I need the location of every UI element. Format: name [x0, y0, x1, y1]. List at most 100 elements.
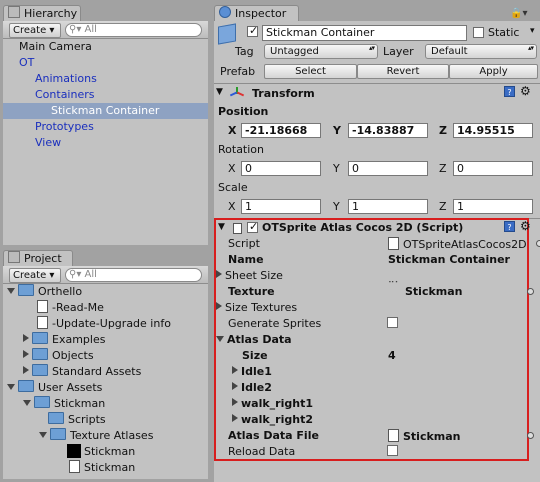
- hierarchy-toolbar: Create ▾ ⚲▾ All: [3, 21, 208, 39]
- project-item-stickman-data[interactable]: Stickman: [69, 460, 135, 476]
- static-label: Static: [488, 26, 520, 39]
- tab-project[interactable]: Project: [3, 250, 73, 267]
- help-icon[interactable]: ?: [504, 86, 515, 97]
- project-search-input[interactable]: ⚲▾ All: [65, 268, 202, 282]
- script-field[interactable]: OTSpriteAtlasCocos2D: [388, 237, 536, 251]
- atlas-data-foldout[interactable]: Atlas Data: [216, 333, 292, 346]
- hierarchy-item-ot[interactable]: OT: [19, 55, 34, 71]
- tag-value: Untagged: [270, 46, 319, 57]
- project-item-texture-atlases[interactable]: Texture Atlases: [39, 428, 153, 444]
- prefab-apply-button[interactable]: Apply: [449, 64, 538, 79]
- text-file-icon: [37, 300, 48, 313]
- expand-arrow-icon: [232, 414, 238, 422]
- hierarchy-item-containers[interactable]: Containers: [35, 87, 95, 103]
- hierarchy-item-main-camera[interactable]: Main Camera: [19, 39, 92, 55]
- active-checkbox[interactable]: ✓: [247, 24, 258, 37]
- hierarchy-item-animations[interactable]: Animations: [35, 71, 97, 87]
- static-checkbox[interactable]: [473, 27, 484, 38]
- hierarchy-item-label: Animations: [35, 72, 97, 85]
- folder-icon: [18, 284, 34, 296]
- expand-arrow-icon: [232, 366, 238, 374]
- static-dropdown-icon[interactable]: ▾: [530, 26, 535, 36]
- scale-x-input[interactable]: 1: [241, 199, 321, 214]
- rotation-y-input[interactable]: 0: [348, 161, 428, 176]
- prefab-label: Prefab: [220, 65, 256, 78]
- project-item-label: Orthello: [38, 285, 83, 298]
- expand-arrow-icon[interactable]: [7, 288, 15, 294]
- project-item-examples[interactable]: Examples: [23, 332, 105, 348]
- project-item-read-me[interactable]: -Read-Me: [37, 300, 104, 316]
- expand-arrow-icon[interactable]: [23, 334, 29, 342]
- project-create-button[interactable]: Create ▾: [9, 268, 61, 283]
- hierarchy-search-input[interactable]: ⚲▾ All: [65, 23, 202, 37]
- prefab-select-button[interactable]: Select: [264, 64, 357, 79]
- collapse-arrow-icon[interactable]: ▼: [216, 87, 223, 97]
- object-picker-icon[interactable]: [527, 432, 534, 439]
- texture-value[interactable]: Stickman: [405, 285, 463, 298]
- hierarchy-item-stickman-container[interactable]: Stickman Container: [3, 103, 208, 119]
- atlas-item-idle1[interactable]: Idle1: [232, 365, 272, 378]
- gear-icon[interactable]: ⚙: [520, 84, 531, 98]
- expand-arrow-icon[interactable]: [7, 384, 15, 390]
- sheet-size-foldout[interactable]: Sheet Size: [216, 269, 283, 282]
- script-value: OTSpriteAtlasCocos2D: [403, 238, 527, 251]
- atlas-item-walk-right1[interactable]: walk_right1: [232, 397, 313, 410]
- atlas-size-value[interactable]: 4: [388, 349, 396, 362]
- text-file-icon: [69, 460, 80, 473]
- scale-y-input[interactable]: 1: [348, 199, 428, 214]
- scale-label: Scale: [218, 181, 248, 194]
- hierarchy-item-prototypes[interactable]: Prototypes: [35, 119, 94, 135]
- prefab-apply-label: Apply: [479, 66, 508, 77]
- project-item-orthello[interactable]: Orthello: [7, 284, 82, 300]
- folder-icon: [18, 380, 34, 392]
- scale-z-value: 1: [457, 200, 464, 213]
- object-picker-icon[interactable]: [527, 288, 534, 295]
- object-picker-icon[interactable]: [536, 240, 540, 247]
- generate-sprites-checkbox[interactable]: [387, 317, 398, 328]
- gear-icon[interactable]: ⚙: [520, 219, 531, 233]
- rotation-z-input[interactable]: 0: [453, 161, 533, 176]
- layer-dropdown[interactable]: Default: [425, 44, 537, 59]
- scale-z-label: Z: [439, 200, 447, 213]
- expand-arrow-icon[interactable]: [23, 400, 31, 406]
- position-y-input[interactable]: -14.83887: [348, 123, 428, 138]
- atlas-item-idle2[interactable]: Idle2: [232, 381, 272, 394]
- script-label: Script: [228, 237, 260, 250]
- expand-arrow-icon[interactable]: [39, 432, 47, 438]
- position-x-input[interactable]: -21.18668: [241, 123, 321, 138]
- collapse-arrow-icon[interactable]: ▼: [218, 222, 225, 232]
- project-item-update-info[interactable]: -Update-Upgrade info: [37, 316, 171, 332]
- hierarchy-item-view[interactable]: View: [35, 135, 61, 151]
- prefab-select-label: Select: [295, 66, 326, 77]
- size-textures-foldout[interactable]: Size Textures: [216, 301, 297, 314]
- atlas-data-file-value: Stickman: [403, 430, 461, 443]
- script-enabled-checkbox[interactable]: ✓: [247, 220, 258, 233]
- atlas-item-walk-right2[interactable]: walk_right2: [232, 413, 313, 426]
- expand-arrow-icon: [232, 398, 238, 406]
- tab-inspector[interactable]: Inspector: [214, 5, 299, 22]
- project-item-stickman-folder[interactable]: Stickman: [23, 396, 105, 412]
- tag-dropdown[interactable]: Untagged: [264, 44, 378, 59]
- tab-hierarchy[interactable]: Hierarchy: [3, 5, 81, 22]
- project-item-scripts[interactable]: Scripts: [48, 412, 106, 428]
- project-item-user-assets[interactable]: User Assets: [7, 380, 102, 396]
- help-icon[interactable]: ?: [504, 221, 515, 232]
- object-name-input[interactable]: Stickman Container: [262, 25, 467, 41]
- position-z-label: Z: [439, 124, 447, 137]
- rotation-x-label: X: [228, 162, 236, 175]
- script-file-icon: [233, 223, 242, 234]
- reload-data-checkbox[interactable]: [387, 445, 398, 456]
- project-item-standard-assets[interactable]: Standard Assets: [23, 364, 141, 380]
- lock-icon[interactable]: 🔒▾: [510, 8, 527, 19]
- expand-arrow-icon[interactable]: [23, 366, 29, 374]
- rotation-x-input[interactable]: 0: [241, 161, 321, 176]
- hierarchy-create-button[interactable]: Create ▾: [9, 23, 61, 38]
- transform-axes-icon: [229, 86, 245, 100]
- scale-z-input[interactable]: 1: [453, 199, 533, 214]
- atlas-data-file-field[interactable]: Stickman: [388, 429, 461, 443]
- position-z-input[interactable]: 14.95515: [453, 123, 533, 138]
- project-item-stickman-texture[interactable]: Stickman: [67, 444, 135, 460]
- project-item-objects[interactable]: Objects: [23, 348, 94, 364]
- expand-arrow-icon[interactable]: [23, 350, 29, 358]
- prefab-revert-button[interactable]: Revert: [357, 64, 449, 79]
